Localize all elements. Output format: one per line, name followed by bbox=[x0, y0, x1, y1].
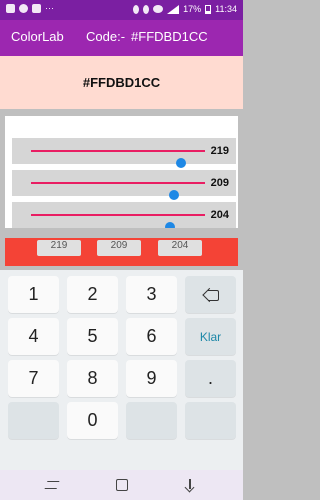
empty-key[interactable] bbox=[126, 402, 177, 439]
slider-row-blue: 204 bbox=[12, 202, 236, 232]
hide-keyboard-button[interactable] bbox=[182, 477, 198, 493]
key-1[interactable]: 1 bbox=[8, 276, 59, 313]
slider-thumb[interactable] bbox=[175, 158, 186, 168]
signal-icon bbox=[167, 4, 180, 14]
app-title: ColorLab bbox=[11, 29, 64, 44]
preview-hex: #FFDBD1CC bbox=[82, 75, 161, 90]
color-preview: #FFDBD1CC bbox=[0, 56, 243, 109]
clock: 11:34 bbox=[215, 4, 237, 14]
empty-key[interactable] bbox=[185, 402, 236, 439]
value-input-green[interactable]: 209 bbox=[97, 240, 141, 256]
messenger-icon bbox=[19, 4, 28, 13]
key-0[interactable]: 0 bbox=[67, 402, 118, 439]
slider-track[interactable] bbox=[31, 182, 205, 200]
key-8[interactable]: 8 bbox=[67, 360, 118, 397]
app-bar: ColorLab Code:- #FFDBD1CC bbox=[0, 20, 243, 56]
recents-icon bbox=[44, 481, 60, 489]
key-2[interactable]: 2 bbox=[67, 276, 118, 313]
slider-thumb[interactable] bbox=[168, 190, 179, 200]
decimal-key[interactable]: . bbox=[185, 360, 236, 397]
status-left-icons: ··· bbox=[6, 4, 54, 13]
key-5[interactable]: 5 bbox=[67, 318, 118, 355]
empty-key[interactable] bbox=[8, 402, 59, 439]
done-key[interactable]: Klar bbox=[185, 318, 236, 355]
bluetooth-icon bbox=[133, 4, 140, 14]
code-label: Code:- bbox=[86, 29, 126, 44]
status-right-icons: 17% 11:34 bbox=[133, 4, 237, 14]
vibrate-icon bbox=[143, 4, 150, 14]
numeric-keyboard: 1 2 3 4 5 6 Klar 7 8 9 . 0 bbox=[0, 270, 243, 470]
key-3[interactable]: 3 bbox=[126, 276, 177, 313]
value-input-red[interactable]: 219 bbox=[37, 240, 81, 256]
slider-value: 204 bbox=[210, 209, 229, 221]
home-icon bbox=[116, 479, 128, 491]
slider-card: 219 209 204 bbox=[5, 116, 238, 232]
key-4[interactable]: 4 bbox=[8, 318, 59, 355]
backspace-key[interactable] bbox=[185, 276, 236, 313]
value-input-bar: 219 209 204 bbox=[5, 238, 238, 266]
recents-button[interactable] bbox=[44, 477, 60, 493]
more-notifications-icon: ··· bbox=[45, 3, 54, 13]
key-6[interactable]: 6 bbox=[126, 318, 177, 355]
divider bbox=[0, 109, 243, 116]
color-code: Code:- #FFDBD1CC bbox=[86, 29, 208, 44]
status-bar: ··· 17% 11:34 bbox=[0, 0, 243, 20]
slider-value: 219 bbox=[210, 145, 229, 157]
home-button[interactable] bbox=[114, 477, 130, 493]
slider-track[interactable] bbox=[31, 214, 205, 232]
battery-icon bbox=[205, 4, 212, 14]
chevron-down-icon bbox=[184, 479, 196, 491]
gallery-icon bbox=[6, 4, 15, 13]
key-9[interactable]: 9 bbox=[126, 360, 177, 397]
wifi-icon bbox=[153, 5, 164, 13]
battery-percent: 17% bbox=[183, 4, 202, 14]
slider-track[interactable] bbox=[31, 150, 205, 168]
value-input-blue[interactable]: 204 bbox=[158, 240, 202, 256]
key-7[interactable]: 7 bbox=[8, 360, 59, 397]
backspace-icon bbox=[202, 289, 220, 301]
divider bbox=[0, 228, 243, 238]
slider-row-red: 219 bbox=[12, 138, 236, 168]
slider-value: 209 bbox=[210, 177, 229, 189]
code-value: #FFDBD1CC bbox=[131, 29, 208, 44]
cloud-icon bbox=[32, 4, 41, 13]
slider-row-green: 209 bbox=[12, 170, 236, 200]
navigation-bar bbox=[0, 470, 243, 500]
